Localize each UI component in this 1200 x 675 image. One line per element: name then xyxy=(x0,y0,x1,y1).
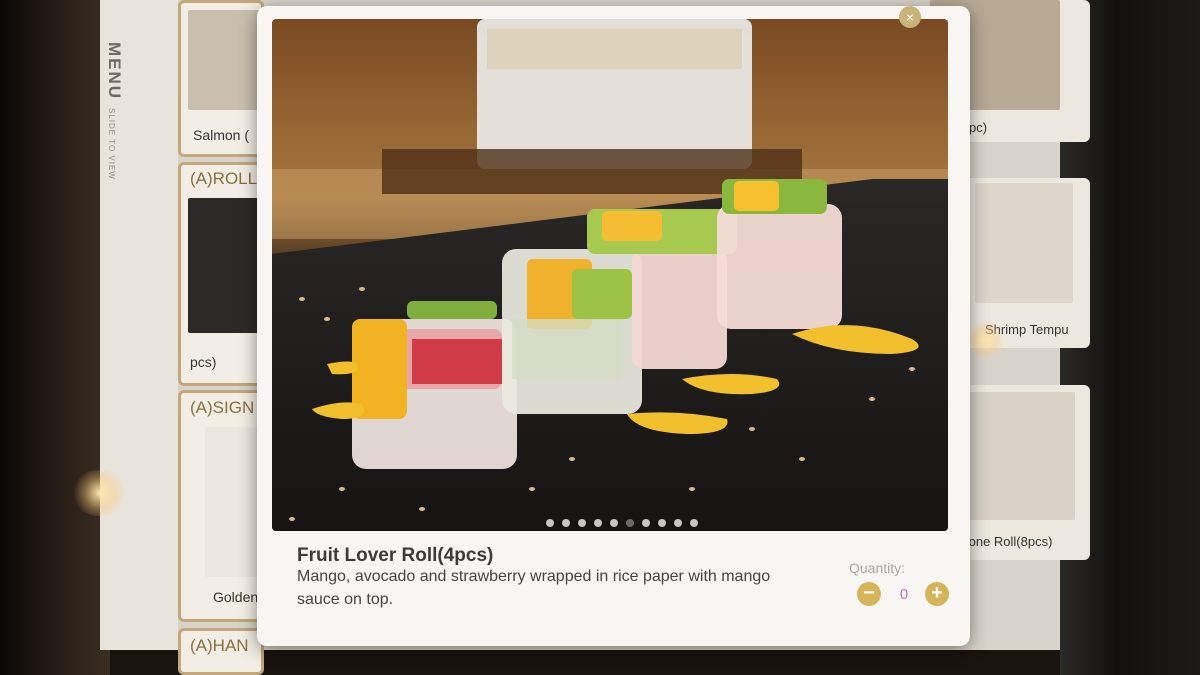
gallery-dot[interactable] xyxy=(674,519,682,527)
item-label-golden: Golden xyxy=(213,589,259,605)
item-thumbnail xyxy=(975,183,1073,303)
item-thumbnail xyxy=(205,427,263,577)
quantity-value: 0 xyxy=(899,586,909,603)
gallery-dot[interactable] xyxy=(578,519,586,527)
item-description: Mango, avocado and strawberry wrapped in… xyxy=(297,568,771,608)
item-thumbnail xyxy=(188,10,263,110)
gallery-pagination[interactable] xyxy=(546,519,698,529)
item-label-roll-pcs: pcs) xyxy=(190,354,217,370)
light-glare xyxy=(70,470,130,516)
light-glare xyxy=(965,320,1005,360)
gallery-dot[interactable] xyxy=(546,519,554,527)
gallery-dot[interactable] xyxy=(658,519,666,527)
section-heading-roll: (A)ROLL xyxy=(190,169,258,188)
item-photo[interactable] xyxy=(272,19,948,531)
quantity-label: Quantity: xyxy=(849,560,906,576)
item-thumbnail xyxy=(957,392,1075,520)
tablet-bezel-left xyxy=(0,0,110,675)
gallery-dot[interactable] xyxy=(594,519,602,527)
gallery-dot[interactable] xyxy=(626,519,634,527)
gallery-dot[interactable] xyxy=(562,519,570,527)
gallery-dot[interactable] xyxy=(690,519,698,527)
sushi-photo-image xyxy=(272,19,948,531)
close-icon[interactable]: × xyxy=(899,6,921,28)
gallery-dot[interactable] xyxy=(610,519,618,527)
section-heading-signature: (A)SIGN xyxy=(190,398,255,417)
quantity-increase-button[interactable]: + xyxy=(925,582,949,606)
gallery-dot[interactable] xyxy=(642,519,650,527)
item-title: Fruit Lover Roll(4pcs) xyxy=(297,545,494,566)
item-label-stone: tone Roll(8pcs) xyxy=(965,534,1053,549)
menu-title: MENU xyxy=(105,42,124,101)
menu-subtitle: SLIDE TO VIEW xyxy=(107,108,116,180)
item-label-salmon: Salmon ( xyxy=(193,127,250,143)
item-thumbnail xyxy=(188,198,263,333)
section-heading-hand: (A)HAN xyxy=(190,636,249,655)
quantity-decrease-button[interactable]: − xyxy=(857,582,881,606)
